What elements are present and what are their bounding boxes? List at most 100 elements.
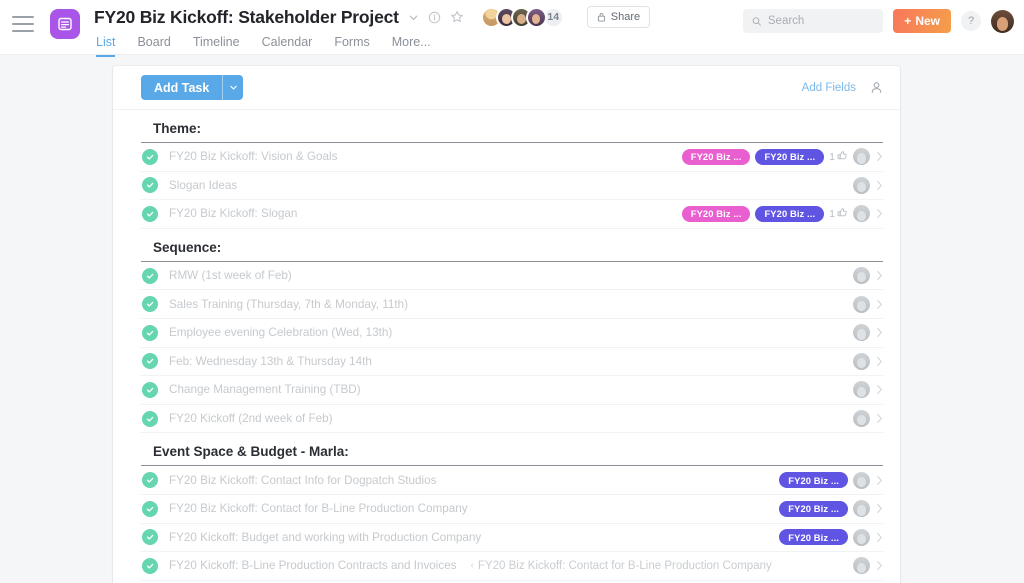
table-row[interactable]: FY20 Biz Kickoff: Contact for B-Line Pro…	[141, 495, 883, 524]
chevron-right-icon[interactable]	[876, 560, 883, 571]
avatar[interactable]	[853, 352, 870, 370]
tab-calendar[interactable]: Calendar	[262, 35, 313, 57]
avatar[interactable]	[853, 205, 870, 223]
task-complete-checkbox[interactable]	[142, 205, 158, 222]
table-row[interactable]: FY20 Kickoff (2nd week of Feb)	[141, 405, 883, 434]
task-complete-checkbox[interactable]	[142, 177, 158, 194]
search-box[interactable]	[743, 9, 884, 33]
row-meta: FY20 Biz ...	[779, 471, 883, 489]
info-circle-icon[interactable]	[428, 11, 441, 24]
section-header[interactable]: Event Space & Budget - Marla:	[141, 433, 883, 467]
person-icon[interactable]	[870, 81, 883, 94]
status-badge[interactable]: FY20 Biz ...	[681, 205, 751, 222]
avatar[interactable]	[853, 557, 870, 575]
chevron-right-icon[interactable]	[876, 270, 883, 281]
section-header[interactable]: Sequence:	[141, 229, 883, 262]
share-button[interactable]: Share	[586, 6, 651, 28]
avatar[interactable]	[853, 528, 870, 546]
task-name: Slogan Ideas	[169, 178, 238, 192]
chevron-right-icon[interactable]	[876, 208, 883, 219]
chevron-right-icon[interactable]	[876, 384, 883, 395]
task-complete-checkbox[interactable]	[142, 557, 158, 574]
avatar[interactable]	[853, 381, 870, 399]
chevron-right-icon[interactable]	[876, 475, 883, 486]
tab-board[interactable]: Board	[137, 35, 170, 57]
task-complete-checkbox[interactable]	[142, 500, 158, 517]
table-row[interactable]: Sales Training (Thursday, 7th & Monday, …	[141, 290, 883, 319]
project-list-icon[interactable]	[50, 9, 80, 39]
task-name: FY20 Biz Kickoff: Slogan	[169, 207, 298, 221]
status-badge[interactable]: FY20 Biz ...	[779, 472, 848, 489]
chevron-right-icon[interactable]	[876, 356, 883, 367]
task-complete-checkbox[interactable]	[142, 472, 158, 489]
chevron-right-icon[interactable]	[876, 503, 883, 514]
task-complete-checkbox[interactable]	[142, 296, 158, 313]
chevron-down-icon[interactable]	[408, 12, 419, 23]
avatar[interactable]	[853, 324, 870, 342]
section-header[interactable]: Theme:	[141, 110, 883, 143]
page-title: FY20 Biz Kickoff: Stakeholder Project	[94, 6, 399, 27]
new-button[interactable]: + New	[893, 9, 951, 33]
avatar[interactable]	[853, 295, 870, 313]
chevron-right-icon[interactable]	[876, 327, 883, 338]
chevron-right-icon[interactable]	[876, 180, 883, 191]
tab-more[interactable]: More...	[392, 35, 431, 57]
table-row[interactable]: Slogan Ideas	[141, 172, 883, 201]
chevron-right-icon[interactable]	[876, 413, 883, 424]
table-row[interactable]: Change Management Training (TBD)	[141, 376, 883, 405]
help-button[interactable]: ?	[961, 11, 981, 31]
row-meta	[853, 324, 883, 342]
member-avatars[interactable]: 14	[480, 6, 564, 28]
thumbs-up-icon[interactable]	[837, 207, 848, 221]
table-row[interactable]: FY20 Biz Kickoff: Vision & Goals FY20 Biz…	[141, 143, 883, 172]
status-badge[interactable]: FY20 Biz ...	[755, 205, 825, 222]
task-name: FY20 Kickoff (2nd week of Feb)	[169, 412, 333, 426]
project-title-row: FY20 Biz Kickoff: Stakeholder Project 14	[94, 5, 651, 29]
avatar[interactable]	[853, 471, 870, 489]
tab-timeline[interactable]: Timeline	[193, 35, 240, 57]
task-parent-name: FY20 Biz Kickoff: Contact for B-Line Pro…	[477, 559, 772, 572]
status-badge[interactable]: FY20 Biz ...	[779, 529, 848, 546]
thumbs-up-icon[interactable]	[837, 150, 848, 164]
add-fields-button[interactable]: Add Fields	[802, 82, 856, 94]
table-row[interactable]: FY20 Kickoff: B-Line Production Contract…	[141, 552, 883, 581]
like-count[interactable]: 1	[829, 207, 848, 221]
table-row[interactable]: FY20 Kickoff: Budget and working with Pr…	[141, 524, 883, 553]
tab-list[interactable]: List	[96, 35, 116, 57]
task-complete-checkbox[interactable]	[142, 410, 158, 427]
task-complete-checkbox[interactable]	[142, 324, 158, 341]
status-badge[interactable]: FY20 Biz ...	[779, 500, 848, 517]
task-complete-checkbox[interactable]	[142, 353, 158, 370]
chevron-right-icon[interactable]	[876, 532, 883, 543]
task-complete-checkbox[interactable]	[142, 148, 158, 165]
avatar[interactable]	[853, 176, 870, 194]
table-row[interactable]: Feb: Wednesday 13th & Thursday 14th	[141, 348, 883, 377]
task-complete-checkbox[interactable]	[142, 381, 158, 398]
avatar[interactable]	[853, 500, 870, 518]
chevron-right-icon[interactable]	[876, 151, 883, 162]
chevron-right-icon[interactable]	[876, 299, 883, 310]
tab-forms[interactable]: Forms	[334, 35, 369, 57]
search-input[interactable]	[767, 15, 875, 27]
table-row[interactable]: FY20 Biz Kickoff: Slogan FY20 Biz ... FY20…	[141, 200, 883, 229]
table-row[interactable]: Employee evening Celebration (Wed, 13th)	[141, 319, 883, 348]
star-outline-icon[interactable]	[450, 10, 464, 24]
avatar[interactable]	[853, 410, 870, 428]
hamburger-menu-icon[interactable]	[12, 16, 34, 32]
avatar[interactable]	[853, 148, 870, 166]
like-count-value: 1	[829, 207, 835, 220]
status-badge[interactable]: FY20 Biz ...	[755, 148, 825, 165]
user-avatar[interactable]	[991, 9, 1014, 33]
table-row[interactable]: FY20 Biz Kickoff: Contact Info for Dogpa…	[141, 466, 883, 495]
status-badge[interactable]: FY20 Biz ...	[681, 148, 751, 165]
task-complete-checkbox[interactable]	[142, 267, 158, 284]
like-count[interactable]: 1	[829, 150, 848, 164]
task-parent-breadcrumb[interactable]: ‹ FY20 Biz Kickoff: Contact for B-Line Pr…	[471, 560, 772, 572]
add-task-button[interactable]: Add Task	[141, 75, 223, 100]
avatar[interactable]	[853, 267, 870, 285]
table-row[interactable]: RMW (1st week of Feb)	[141, 262, 883, 291]
avatar[interactable]	[525, 6, 547, 28]
add-task-dropdown-icon[interactable]	[222, 75, 244, 100]
row-meta	[853, 410, 883, 428]
task-complete-checkbox[interactable]	[142, 529, 158, 546]
